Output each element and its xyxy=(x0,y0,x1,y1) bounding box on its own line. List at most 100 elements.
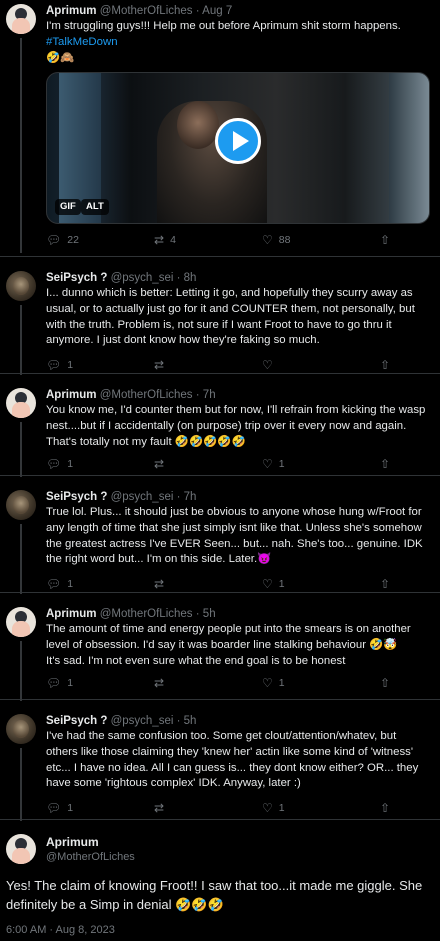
retweet-icon: ⇄ xyxy=(154,801,165,816)
tweet-header: SeiPsych ? @psych_sei · 7h xyxy=(46,491,197,503)
like-button[interactable]: ♡ 1 xyxy=(262,802,380,814)
share-button[interactable]: ⇧ xyxy=(380,578,390,590)
thread-line xyxy=(20,38,22,253)
avatar[interactable] xyxy=(6,490,36,520)
share-icon: ⇧ xyxy=(380,577,391,592)
share-button[interactable]: ⇧ xyxy=(380,359,390,371)
thread-line xyxy=(20,422,22,477)
tweet-header: Aprimum @MotherOfLiches · Aug 7 xyxy=(46,5,233,17)
handle[interactable]: @psych_sei xyxy=(111,272,174,284)
display-name[interactable]: Aprimum xyxy=(46,5,96,17)
avatar[interactable] xyxy=(6,4,36,34)
tweet[interactable]: SeiPsych ? @psych_sei · 8h I... dunno wh… xyxy=(0,257,440,375)
tweet[interactable]: Aprimum @MotherOfLiches · 7h You know me… xyxy=(0,374,440,477)
reply-button[interactable]: 💬︎ 1 xyxy=(46,578,154,590)
display-name[interactable]: SeiPsych ? xyxy=(46,715,107,727)
handle[interactable]: @MotherOfLiches xyxy=(46,850,135,864)
tweet-actions: 💬︎ 1 ⇄ ♡ 1 ⇧ xyxy=(46,574,430,594)
heart-icon: ♡ xyxy=(262,577,273,592)
share-icon: ⇧ xyxy=(380,457,391,472)
reply-button[interactable]: 💬︎ 1 xyxy=(46,458,154,470)
alt-badge[interactable]: ALT xyxy=(81,199,109,216)
heart-icon: ♡ xyxy=(262,676,273,691)
tweet-actions: 💬︎ 1 ⇄ ♡ 1 ⇧ xyxy=(46,673,430,693)
handle[interactable]: @psych_sei xyxy=(111,491,174,503)
tweet-header: SeiPsych ? @psych_sei · 5h xyxy=(46,715,197,727)
display-name[interactable]: SeiPsych ? xyxy=(46,272,107,284)
share-button[interactable]: ⇧ xyxy=(380,234,390,246)
share-button[interactable]: ⇧ xyxy=(380,802,390,814)
handle[interactable]: @MotherOfLiches xyxy=(100,5,193,17)
retweet-button[interactable]: ⇄ xyxy=(154,458,262,470)
tweet[interactable]: SeiPsych ? @psych_sei · 5h I've had the … xyxy=(0,700,440,821)
emoji-line: 🤣🙈 xyxy=(46,51,75,64)
avatar[interactable] xyxy=(6,714,36,744)
share-icon: ⇧ xyxy=(380,801,391,816)
like-button[interactable]: ♡ 1 xyxy=(262,578,380,590)
handle[interactable]: @MotherOfLiches xyxy=(100,608,193,620)
avatar[interactable] xyxy=(6,271,36,301)
tweet-date[interactable]: 7h xyxy=(203,389,216,401)
reply-button[interactable]: 💬︎ 1 xyxy=(46,802,154,814)
tweet-actions: 💬︎ 22 ⇄ 4 ♡ 88 ⇧ xyxy=(46,230,430,250)
share-button[interactable]: ⇧ xyxy=(380,677,390,689)
tweet[interactable]: SeiPsych ? @psych_sei · 7h True lol. Plu… xyxy=(0,476,440,594)
display-name[interactable]: Aprimum xyxy=(46,835,135,850)
handle[interactable]: @psych_sei xyxy=(111,715,174,727)
share-icon: ⇧ xyxy=(380,358,391,373)
retweet-button[interactable]: ⇄ xyxy=(154,578,262,590)
thread-line xyxy=(20,524,22,594)
retweet-icon: ⇄ xyxy=(154,577,165,592)
tweet-timestamp[interactable]: 6:00 AM · Aug 8, 2023 xyxy=(6,924,430,936)
reply-icon: 💬︎ xyxy=(46,457,62,472)
tweet-date[interactable]: 5h xyxy=(184,715,197,727)
avatar[interactable] xyxy=(6,607,36,637)
tweet-date[interactable]: 5h xyxy=(203,608,216,620)
hashtag-link[interactable]: #TalkMeDown xyxy=(46,35,430,51)
display-name[interactable]: Aprimum xyxy=(46,389,96,401)
heart-icon: ♡ xyxy=(262,457,273,472)
tweet-date[interactable]: 7h xyxy=(184,491,197,503)
reply-button[interactable]: 💬︎ 22 xyxy=(46,234,154,246)
tweet-header: Aprimum @MotherOfLiches · 7h xyxy=(46,389,216,401)
tweet-date[interactable]: Aug 7 xyxy=(202,5,232,17)
tweet-date[interactable]: 8h xyxy=(184,272,197,284)
handle[interactable]: @MotherOfLiches xyxy=(100,389,193,401)
main-tweet: Aprimum @MotherOfLiches Yes! The claim o… xyxy=(0,820,440,941)
retweet-button[interactable]: ⇄ 4 xyxy=(154,234,262,246)
thread-line xyxy=(20,748,22,821)
display-name[interactable]: Aprimum xyxy=(46,608,96,620)
share-button[interactable]: ⇧ xyxy=(380,458,390,470)
like-button[interactable]: ♡ xyxy=(262,359,380,371)
heart-icon: ♡ xyxy=(262,358,273,373)
tweet-text: You know me, I'd counter them but for no… xyxy=(46,404,426,448)
reply-button[interactable]: 💬︎ 1 xyxy=(46,359,154,371)
thread-line xyxy=(20,305,22,375)
retweet-icon: ⇄ xyxy=(154,676,165,691)
tweet-text: Yes! The claim of knowing Froot!! I saw … xyxy=(6,878,423,912)
like-button[interactable]: ♡ 1 xyxy=(262,677,380,689)
tweet[interactable]: Aprimum @MotherOfLiches · Aug 7 I'm stru… xyxy=(0,0,440,257)
share-icon: ⇧ xyxy=(380,233,391,248)
retweet-button[interactable]: ⇄ xyxy=(154,677,262,689)
avatar[interactable] xyxy=(6,388,36,418)
reply-icon: 💬︎ xyxy=(46,676,62,691)
gif-media[interactable]: GIF ALT xyxy=(46,72,430,225)
like-button[interactable]: ♡ 88 xyxy=(262,234,380,246)
tweet-text: The amount of time and energy people put… xyxy=(46,623,411,667)
heart-icon: ♡ xyxy=(262,801,273,816)
like-button[interactable]: ♡ 1 xyxy=(262,458,380,470)
gif-badge: GIF xyxy=(55,199,81,216)
reply-button[interactable]: 💬︎ 1 xyxy=(46,677,154,689)
tweet[interactable]: Aprimum @MotherOfLiches · 5h The amount … xyxy=(0,593,440,701)
reply-icon: 💬︎ xyxy=(46,801,62,816)
tweet-text: I've had the same confusion too. Some ge… xyxy=(46,730,419,790)
display-name[interactable]: SeiPsych ? xyxy=(46,491,107,503)
retweet-icon: ⇄ xyxy=(154,233,165,248)
retweet-icon: ⇄ xyxy=(154,457,165,472)
tweet-header: Aprimum @MotherOfLiches · 5h xyxy=(46,608,216,620)
retweet-button[interactable]: ⇄ xyxy=(154,359,262,371)
retweet-button[interactable]: ⇄ xyxy=(154,802,262,814)
tweet-actions: 💬︎ 1 ⇄ ♡ 1 ⇧ xyxy=(46,798,430,818)
avatar[interactable] xyxy=(6,834,36,864)
